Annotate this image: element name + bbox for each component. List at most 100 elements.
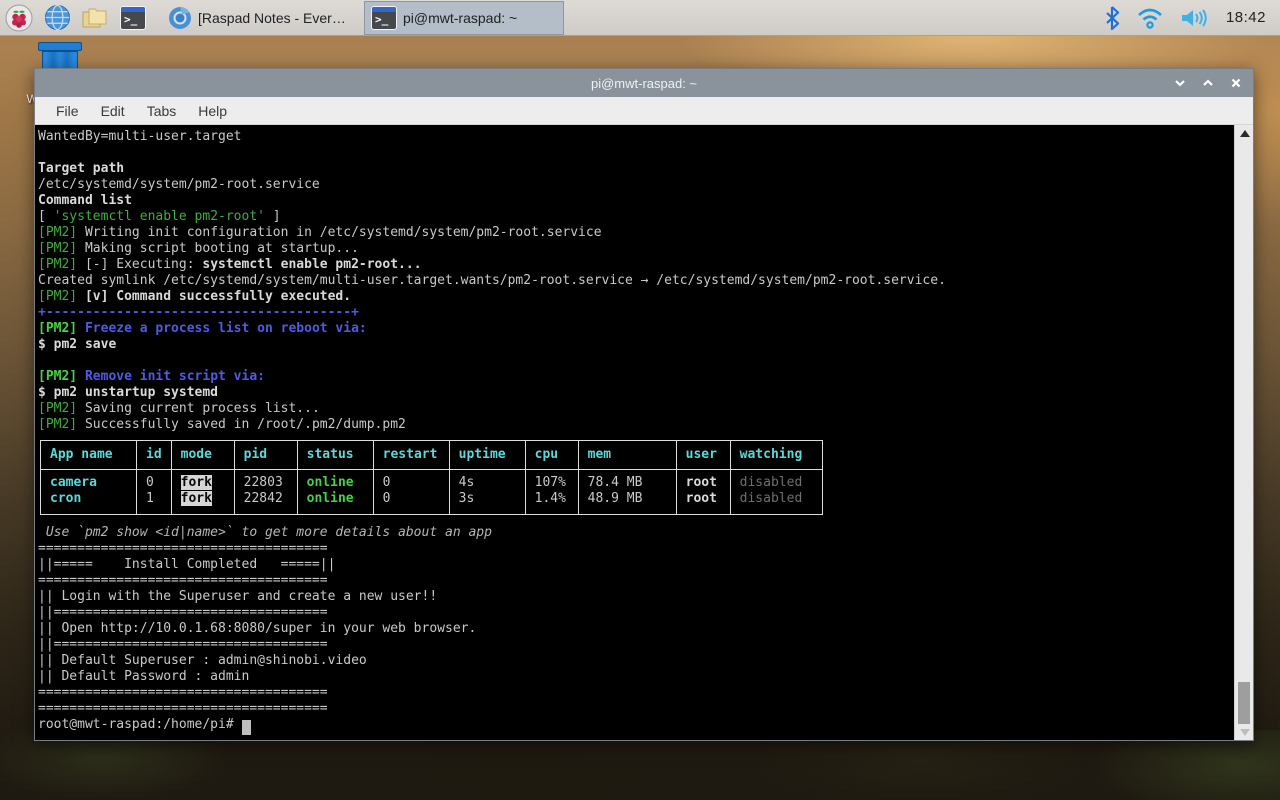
- terminal-launcher[interactable]: [114, 1, 152, 35]
- menu-bar: File Edit Tabs Help: [35, 97, 1253, 125]
- terminal-line: || Default Password : admin: [38, 669, 250, 684]
- table-cell: root: [675, 491, 731, 515]
- terminal-line: ||===== Install Completed =====||: [38, 557, 336, 572]
- terminal-line: $ pm2 unstartup systemd: [38, 385, 219, 400]
- terminal-window: pi@mwt-raspad: ~ File Edit Tabs Help Wan…: [34, 68, 1254, 741]
- terminal-line: =====================================: [38, 701, 328, 716]
- terminal-output-top: WantedBy=multi-user.target Target path/e…: [38, 129, 1234, 433]
- window-title: pi@mwt-raspad: ~: [590, 75, 698, 91]
- table-cell: 22842: [233, 491, 298, 515]
- table-header: user: [675, 440, 731, 470]
- taskbar-window-terminal[interactable]: pi@mwt-raspad: ~: [364, 0, 564, 35]
- terminal-line: Use `pm2 show <id|name>` to get more det…: [38, 525, 492, 540]
- table-header: uptime: [448, 440, 526, 470]
- table-cell: root: [675, 469, 731, 491]
- table-cell: 78.4 MB: [577, 469, 677, 491]
- table-cell: 4s: [448, 469, 526, 491]
- table-cell: 48.9 MB: [577, 491, 677, 515]
- table-row: cron 1 fork 22842 online 0 3s 1.4% 48.9 MB root di…: [40, 491, 823, 515]
- applications-menu-button[interactable]: [0, 1, 38, 35]
- terminal-icon: [371, 5, 397, 30]
- table-cell: 0: [372, 469, 450, 491]
- terminal-screen[interactable]: WantedBy=multi-user.target Target path/e…: [35, 125, 1234, 740]
- table-cell: online: [296, 469, 374, 491]
- table-cell: 107%: [524, 469, 579, 491]
- terminal-line: root@mwt-raspad:/home/pi#: [38, 717, 1234, 735]
- terminal-icon: [120, 5, 146, 30]
- menu-file[interactable]: File: [47, 100, 88, 122]
- menu-tabs[interactable]: Tabs: [138, 100, 186, 122]
- table-header: status: [296, 440, 374, 470]
- terminal-line: [PM2] Saving current process list...: [38, 401, 320, 416]
- table-cell: 0: [372, 491, 450, 515]
- scrollbar[interactable]: [1234, 125, 1253, 740]
- chromium-icon: [169, 6, 191, 29]
- terminal-line: $ pm2 save: [38, 337, 117, 352]
- web-browser-launcher[interactable]: [38, 1, 76, 35]
- table-header: mode: [170, 440, 235, 470]
- table-row: camera 0 fork 22803 online 0 4s 107% 78.4 MB root…: [40, 469, 823, 491]
- terminal-line: [PM2] Making script booting at startup..…: [38, 241, 359, 256]
- bluetooth-icon[interactable]: [1104, 5, 1120, 30]
- menu-edit[interactable]: Edit: [92, 100, 134, 122]
- window-titlebar[interactable]: pi@mwt-raspad: ~: [35, 69, 1253, 97]
- folder-icon: [82, 8, 107, 27]
- terminal-line: WantedBy=multi-user.target: [38, 129, 242, 144]
- table-header: mem: [577, 440, 677, 470]
- terminal-line: /etc/systemd/system/pm2-root.service: [38, 177, 320, 192]
- terminal-line: =====================================: [38, 541, 328, 556]
- table-header: App name: [40, 440, 137, 470]
- system-tray: 18:42: [1104, 5, 1280, 30]
- terminal-line: || Default Superuser : admin@shinobi.vid…: [38, 653, 367, 668]
- terminal-line: Created symlink /etc/systemd/system/mult…: [38, 273, 946, 288]
- table-cell: cron: [40, 491, 137, 515]
- table-cell: 1.4%: [524, 491, 579, 515]
- window-controls: [1173, 69, 1243, 97]
- terminal-line: Command list: [38, 193, 132, 208]
- table-cell: fork: [170, 491, 235, 515]
- table-cell: 22803: [233, 469, 298, 491]
- terminal-line: ||===================================: [38, 605, 328, 620]
- terminal-line: +---------------------------------------…: [38, 305, 359, 320]
- menu-help[interactable]: Help: [189, 100, 236, 122]
- clock[interactable]: 18:42: [1226, 9, 1266, 26]
- volume-icon[interactable]: [1180, 6, 1210, 30]
- table-header: cpu: [524, 440, 579, 470]
- table-cell: online: [296, 491, 374, 515]
- desktop: Wastebasket pi@mwt-raspad: ~ File Edit T…: [0, 0, 1280, 800]
- terminal-output-bottom: Use `pm2 show <id|name>` to get more det…: [38, 525, 1234, 735]
- pm2-process-table: App name id mode pid status restart uptime cpu m…: [40, 440, 823, 515]
- minimize-button[interactable]: [1173, 76, 1187, 90]
- scrollbar-thumb[interactable]: [1238, 682, 1250, 724]
- table-cell: fork: [170, 469, 235, 491]
- table-cell: disabled: [729, 491, 823, 515]
- table-cell: 0: [136, 469, 172, 491]
- terminal-line: [PM2] Remove init script via:: [38, 369, 265, 384]
- scroll-down-button[interactable]: [1235, 724, 1254, 740]
- terminal-line: Target path: [38, 161, 125, 176]
- terminal-line: =====================================: [38, 573, 328, 588]
- wifi-icon[interactable]: [1136, 6, 1164, 30]
- table-header: restart: [372, 440, 450, 470]
- table-header: id: [136, 440, 172, 470]
- table-cell: 3s: [448, 491, 526, 515]
- raspberry-pi-icon: [5, 4, 33, 31]
- maximize-button[interactable]: [1201, 76, 1215, 90]
- trash-lid: [38, 42, 82, 51]
- terminal-line: || Open http://10.0.1.68:8080/super in y…: [38, 621, 477, 636]
- table-cell: camera: [40, 469, 137, 491]
- scroll-up-button[interactable]: [1235, 125, 1254, 141]
- terminal-line: =====================================: [38, 685, 328, 700]
- table-cell: disabled: [729, 469, 823, 491]
- file-manager-launcher[interactable]: [76, 1, 114, 35]
- terminal-line: [PM2] Successfully saved in /root/.pm2/d…: [38, 417, 406, 432]
- close-button[interactable]: [1229, 76, 1243, 90]
- terminal-line: || Login with the Superuser and create a…: [38, 589, 438, 604]
- terminal-line: [ 'systemctl enable pm2-root' ]: [38, 209, 281, 224]
- terminal-line: [PM2] [-] Executing: systemctl enable pm…: [38, 257, 422, 272]
- taskbar-window-chromium[interactable]: [Raspad Notes - Ever…: [162, 1, 362, 35]
- terminal-line: ||===================================: [38, 637, 328, 652]
- taskbar: [Raspad Notes - Ever… pi@mwt-raspad: ~ 1…: [0, 0, 1280, 36]
